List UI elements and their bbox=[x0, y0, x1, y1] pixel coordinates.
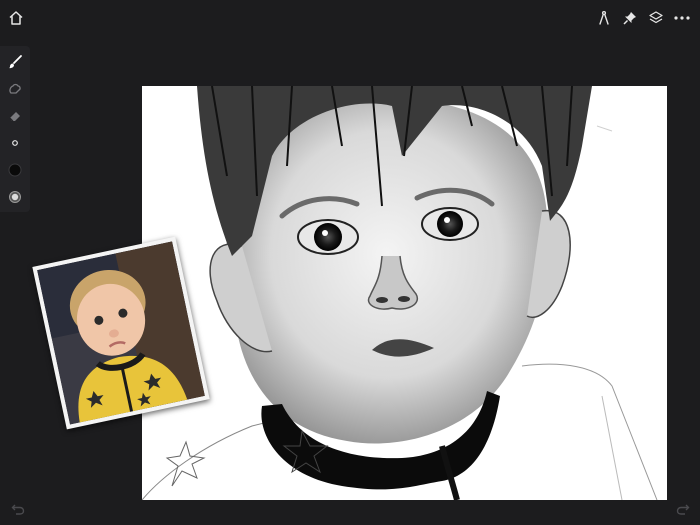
color-swatch[interactable] bbox=[3, 158, 27, 182]
brush-size-icon[interactable] bbox=[3, 131, 27, 155]
tool-rail bbox=[0, 46, 30, 212]
undo-icon[interactable] bbox=[8, 499, 28, 519]
pin-icon[interactable] bbox=[618, 6, 642, 30]
layers-icon[interactable] bbox=[644, 6, 668, 30]
pencil-portrait-sketch bbox=[142, 86, 658, 500]
top-toolbar bbox=[0, 0, 700, 40]
redo-icon[interactable] bbox=[673, 499, 693, 519]
compass-icon[interactable] bbox=[592, 6, 616, 30]
drawing-canvas[interactable] bbox=[142, 86, 667, 500]
smudge-icon[interactable] bbox=[3, 77, 27, 101]
home-icon[interactable] bbox=[4, 6, 28, 30]
eraser-icon[interactable] bbox=[3, 104, 27, 128]
more-icon[interactable] bbox=[670, 6, 694, 30]
opacity-icon[interactable] bbox=[3, 185, 27, 209]
brush-icon[interactable] bbox=[3, 50, 27, 74]
